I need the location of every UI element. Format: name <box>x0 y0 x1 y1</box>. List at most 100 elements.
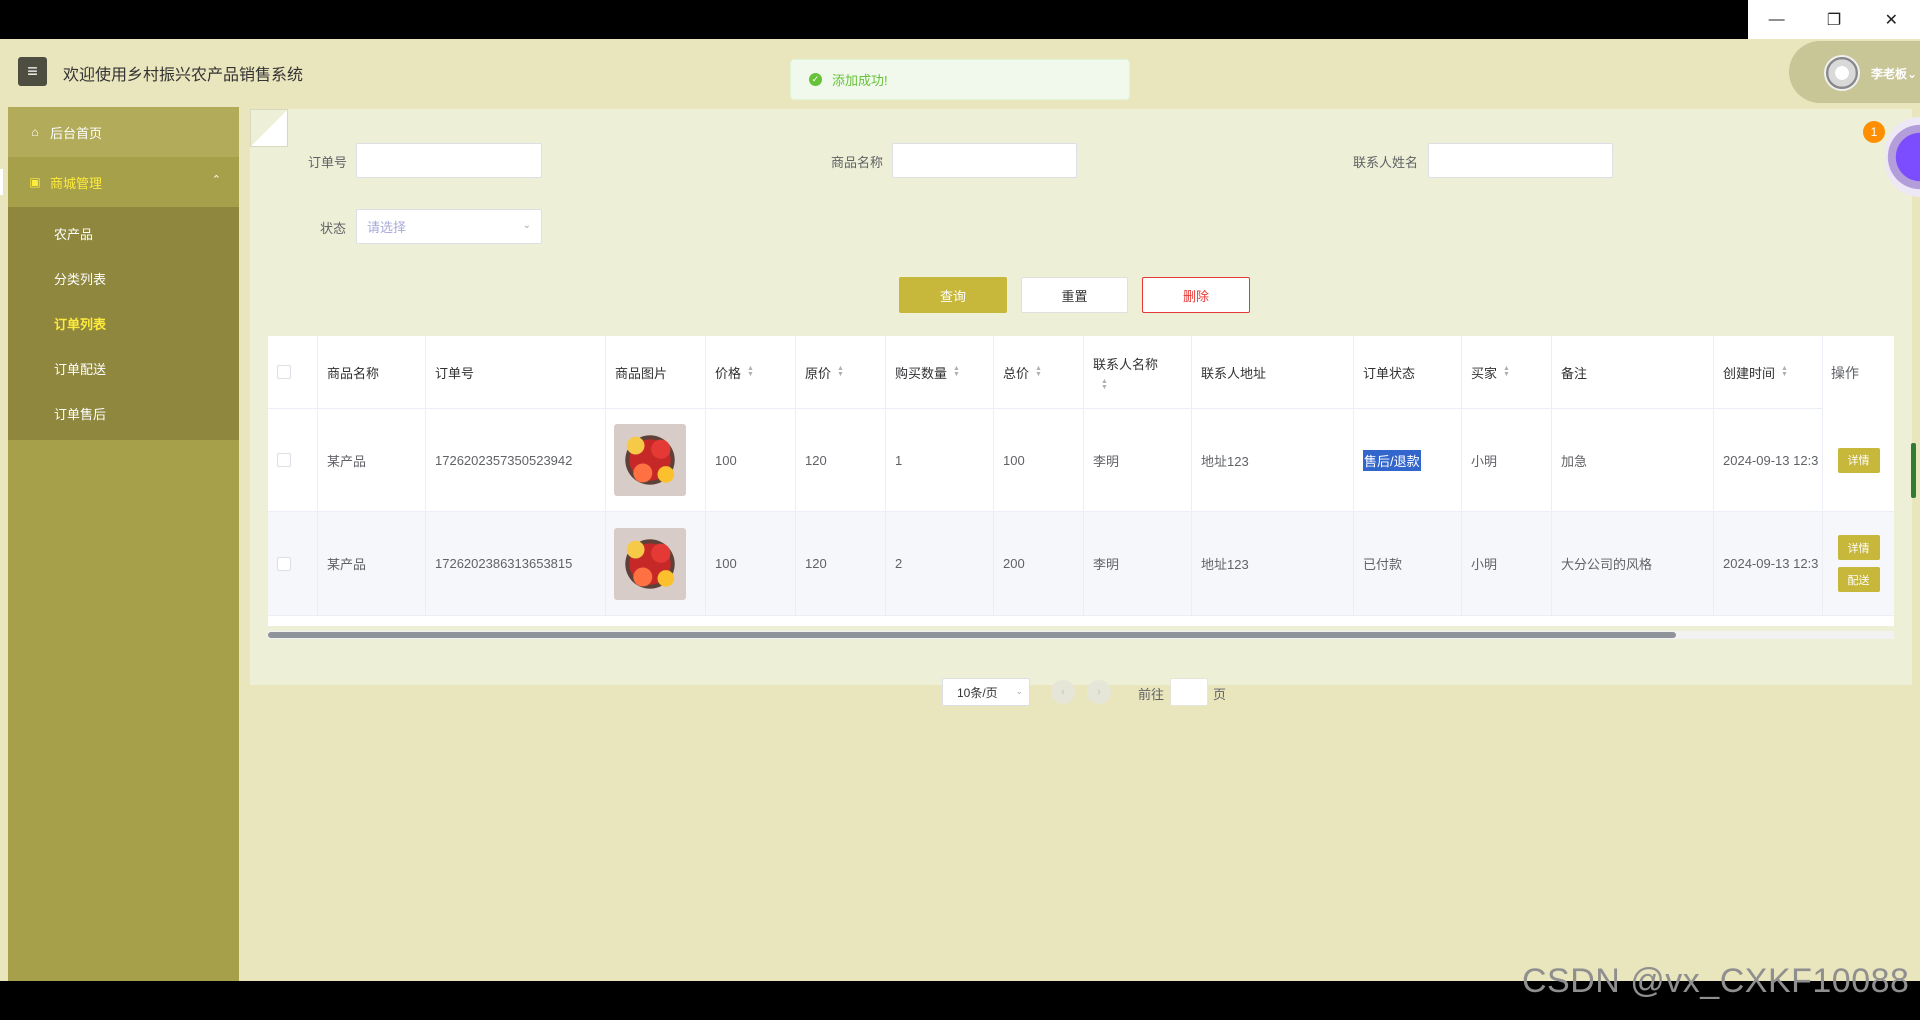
header-total[interactable]: 总价 ▲ ▼ <box>994 336 1084 408</box>
chevron-down-icon: ⌄ <box>522 220 531 231</box>
product-name-input[interactable] <box>892 143 1077 178</box>
chevron-right-icon: › <box>1097 686 1101 698</box>
checkbox[interactable] <box>277 453 291 467</box>
user-menu[interactable]: 李老板⌄ <box>1789 41 1920 103</box>
cell-original-price: 120 <box>796 512 886 615</box>
hamburger-icon: ≡ <box>27 61 38 81</box>
header-select-all[interactable] <box>268 336 318 408</box>
chevron-left-icon: ‹ <box>1061 686 1065 698</box>
table-row: 某产品 1726202357350523942 100 120 1 100 李明… <box>268 409 1894 512</box>
cell-order-no: 1726202357350523942 <box>426 409 606 511</box>
sidebar-submenu: 农产品 分类列表 订单列表 订单配送 订单售后 <box>8 207 239 440</box>
row-select[interactable] <box>268 409 318 511</box>
header-original-price[interactable]: 原价 ▲ ▼ <box>796 336 886 408</box>
success-toast: ✓ 添加成功! <box>790 59 1130 100</box>
status-label: 状态 <box>320 221 347 236</box>
cell-status: 售后/退款 <box>1354 409 1462 511</box>
watermark: CSDN @vx_CXKF10088 <box>1522 962 1910 1000</box>
checkbox[interactable] <box>277 556 291 571</box>
sort-icon[interactable]: ▲ ▼ <box>1035 365 1042 378</box>
header-contact-address: 联系人地址 <box>1192 336 1354 408</box>
sidebar-item-categories[interactable]: 分类列表 <box>8 256 239 301</box>
page-corner <box>250 109 288 147</box>
contact-name-input[interactable] <box>1428 143 1613 178</box>
header-product-name: 商品名称 <box>318 336 426 408</box>
cell-buyer: 小明 <box>1462 409 1552 511</box>
cell-price: 100 <box>706 409 796 511</box>
sort-icon[interactable]: ▲ ▼ <box>953 365 960 378</box>
cell-order-no: 1726202386313653815 <box>426 512 606 615</box>
deliver-button[interactable]: 配送 <box>1837 567 1880 592</box>
cell-ops: 详情 <box>1822 409 1894 511</box>
user-name: 李老板⌄ <box>1871 67 1918 81</box>
sidebar-item-label: 后台首页 <box>50 125 103 141</box>
main-panel: 订单号 商品名称 联系人姓名 状态 请选择 ⌄ 查询 重置 删除 商品名称 订单… <box>250 109 1912 685</box>
shop-icon: ▣ <box>29 175 41 189</box>
horizontal-scrollbar[interactable] <box>268 632 1676 638</box>
sidebar-item-orders[interactable]: 订单列表 <box>8 301 239 346</box>
order-no-label: 订单号 <box>308 155 348 170</box>
status-select[interactable]: 请选择 ⌄ <box>356 209 542 244</box>
product-name-label: 商品名称 <box>831 155 884 170</box>
sidebar-group-mall[interactable]: ▣ 商城管理 ⌃ <box>0 157 239 207</box>
table-header: 商品名称 订单号 商品图片 价格 ▲ ▼ 原价 ▲ ▼ 购买数量 ▲ ▼ 总价 ▲ ▼ 联系人名… <box>268 336 1894 409</box>
header-quantity[interactable]: 购买数量 ▲ ▼ <box>886 336 994 408</box>
reset-button[interactable]: 重置 <box>1021 277 1128 313</box>
status-text-selected: 售后/退款 <box>1363 449 1421 471</box>
vertical-scrollbar[interactable] <box>1911 443 1916 498</box>
restore-button[interactable]: ❐ <box>1805 0 1862 39</box>
cell-ops: 详情 配送 <box>1822 512 1894 615</box>
cell-total: 200 <box>994 512 1084 615</box>
cell-quantity: 2 <box>886 512 994 615</box>
goto-label: 前往 <box>1138 687 1165 702</box>
window-controls: — ❐ ✕ <box>1748 0 1920 39</box>
avatar <box>1824 55 1860 91</box>
sort-icon[interactable]: ▲ ▼ <box>1101 378 1108 391</box>
page-size-value: 10条/页 <box>957 685 998 700</box>
toast-message: 添加成功! <box>832 73 888 88</box>
row-select[interactable] <box>268 512 318 615</box>
cell-image <box>606 512 706 615</box>
close-button[interactable]: ✕ <box>1863 0 1920 39</box>
sort-icon[interactable]: ▲ ▼ <box>747 365 754 378</box>
sidebar-item-products[interactable]: 农产品 <box>8 211 239 256</box>
detail-button[interactable]: 详情 <box>1837 447 1880 473</box>
minimize-button[interactable]: — <box>1748 0 1805 39</box>
sidebar-item-home[interactable]: ⌂ 后台首页 <box>8 107 239 157</box>
order-no-input[interactable] <box>356 143 542 178</box>
query-button[interactable]: 查询 <box>899 277 1007 313</box>
cell-product-name: 某产品 <box>318 409 426 511</box>
prev-page-button[interactable]: ‹ <box>1051 680 1075 704</box>
cell-image <box>606 409 706 511</box>
sidebar-item-aftersale[interactable]: 订单售后 <box>8 391 239 436</box>
cell-price: 100 <box>706 512 796 615</box>
cell-original-price: 120 <box>796 409 886 511</box>
cell-contact-name: 李明 <box>1084 409 1192 511</box>
cell-contact-address: 地址123 <box>1192 409 1354 511</box>
header-order-no: 订单号 <box>426 336 606 408</box>
check-circle-icon: ✓ <box>809 73 822 86</box>
orders-table: 商品名称 订单号 商品图片 价格 ▲ ▼ 原价 ▲ ▼ 购买数量 ▲ ▼ 总价 ▲ ▼ 联系人名… <box>268 336 1894 626</box>
cell-remark: 加急 <box>1552 409 1714 511</box>
checkbox[interactable] <box>277 365 291 379</box>
product-thumbnail[interactable] <box>614 424 686 496</box>
detail-button[interactable]: 详情 <box>1837 535 1880 560</box>
cell-contact-address: 地址123 <box>1192 512 1354 615</box>
menu-toggle-button[interactable]: ≡ <box>18 57 47 86</box>
product-thumbnail[interactable] <box>614 527 686 600</box>
chevron-down-icon: ⌄ <box>1907 67 1918 81</box>
sidebar-item-delivery[interactable]: 订单配送 <box>8 346 239 391</box>
page-size-select[interactable]: 10条/页 ⌄ <box>942 678 1030 706</box>
delete-button[interactable]: 删除 <box>1142 277 1250 313</box>
sort-icon[interactable]: ▲ ▼ <box>837 365 844 378</box>
table-row: 某产品 1726202386313653815 100 120 2 200 李明… <box>268 512 1894 616</box>
header-buyer[interactable]: 买家 ▲ ▼ <box>1462 336 1552 408</box>
sort-icon[interactable]: ▲ ▼ <box>1781 365 1788 378</box>
sort-icon[interactable]: ▲ ▼ <box>1503 365 1510 378</box>
app-root: ≡ 欢迎使用乡村振兴农产品销售系统 李老板⌄ ✓ 添加成功! ⌂ 后台首页 ▣ … <box>0 39 1920 981</box>
header-price[interactable]: 价格 ▲ ▼ <box>706 336 796 408</box>
header-image: 商品图片 <box>606 336 706 408</box>
next-page-button[interactable]: › <box>1087 680 1111 704</box>
header-contact-name[interactable]: 联系人名称 ▲ ▼ <box>1084 336 1192 408</box>
goto-page-input[interactable] <box>1170 678 1208 706</box>
